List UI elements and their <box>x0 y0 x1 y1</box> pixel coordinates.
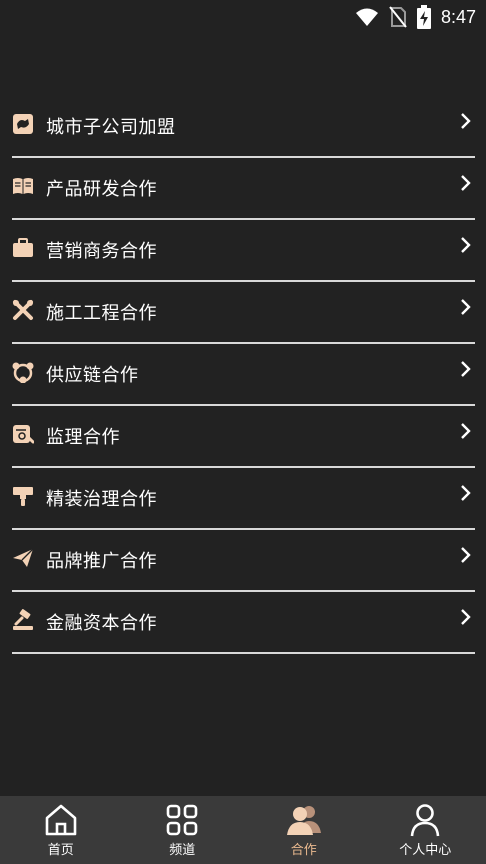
inspection-icon <box>12 423 34 445</box>
nav-cooperation-label: 合作 <box>290 843 317 858</box>
status-bar: 8:47 <box>0 0 486 34</box>
menu-item-label: 供应链合作 <box>46 365 139 386</box>
menu-item-label: 监理合作 <box>46 427 120 448</box>
chevron-right-icon <box>461 609 471 625</box>
menu-item-label: 营销商务合作 <box>46 241 157 262</box>
menu-item-label: 施工工程合作 <box>46 303 157 324</box>
cooperation-menu: 城市子公司加盟 产品研发合作 营销商务合作 施工工程合作 供应链合作 监理合作 … <box>12 96 475 654</box>
chevron-right-icon <box>461 423 471 439</box>
menu-item-supervision[interactable]: 监理合作 <box>12 406 475 468</box>
nav-cooperation[interactable]: 合作 <box>243 796 365 864</box>
network-icon <box>12 361 34 383</box>
city-franchise-icon <box>12 113 34 135</box>
nav-profile[interactable]: 个人中心 <box>365 796 486 864</box>
paper-plane-icon <box>12 547 34 569</box>
tools-icon <box>12 299 34 321</box>
gavel-icon <box>12 609 34 631</box>
chevron-right-icon <box>461 237 471 253</box>
nav-channel-label: 频道 <box>169 843 196 858</box>
home-icon <box>43 802 79 838</box>
briefcase-icon <box>12 237 34 259</box>
menu-item-product-rd[interactable]: 产品研发合作 <box>12 158 475 220</box>
person-icon <box>407 802 443 838</box>
status-time: 8:47 <box>440 6 476 27</box>
nav-channel[interactable]: 频道 <box>122 796 244 864</box>
menu-item-brand-promotion[interactable]: 品牌推广合作 <box>12 530 475 592</box>
menu-item-label: 品牌推广合作 <box>46 551 157 572</box>
chevron-right-icon <box>461 485 471 501</box>
menu-item-label: 产品研发合作 <box>46 179 157 200</box>
menu-item-label: 精装治理合作 <box>46 489 157 510</box>
users-icon <box>286 802 322 838</box>
menu-item-finance[interactable]: 金融资本合作 <box>12 592 475 654</box>
battery-charging-icon <box>416 5 431 29</box>
nav-home[interactable]: 首页 <box>0 796 122 864</box>
menu-item-marketing[interactable]: 营销商务合作 <box>12 220 475 282</box>
menu-item-finishing[interactable]: 精装治理合作 <box>12 468 475 530</box>
chevron-right-icon <box>461 361 471 377</box>
wifi-icon <box>355 7 379 27</box>
chevron-right-icon <box>461 547 471 563</box>
grid-icon <box>164 802 200 838</box>
paint-roller-icon <box>12 485 34 507</box>
chevron-right-icon <box>461 299 471 315</box>
nav-profile-label: 个人中心 <box>399 843 452 858</box>
menu-item-construction[interactable]: 施工工程合作 <box>12 282 475 344</box>
no-sim-icon <box>389 6 407 28</box>
chevron-right-icon <box>461 113 471 129</box>
menu-item-supply-chain[interactable]: 供应链合作 <box>12 344 475 406</box>
menu-item-label: 金融资本合作 <box>46 613 157 634</box>
nav-home-label: 首页 <box>47 843 74 858</box>
menu-item-city-franchise[interactable]: 城市子公司加盟 <box>12 96 475 158</box>
bottom-nav: 首页 频道 合作 个人中心 <box>0 796 486 864</box>
chevron-right-icon <box>461 175 471 191</box>
open-book-icon <box>12 175 34 197</box>
menu-item-label: 城市子公司加盟 <box>46 117 176 138</box>
